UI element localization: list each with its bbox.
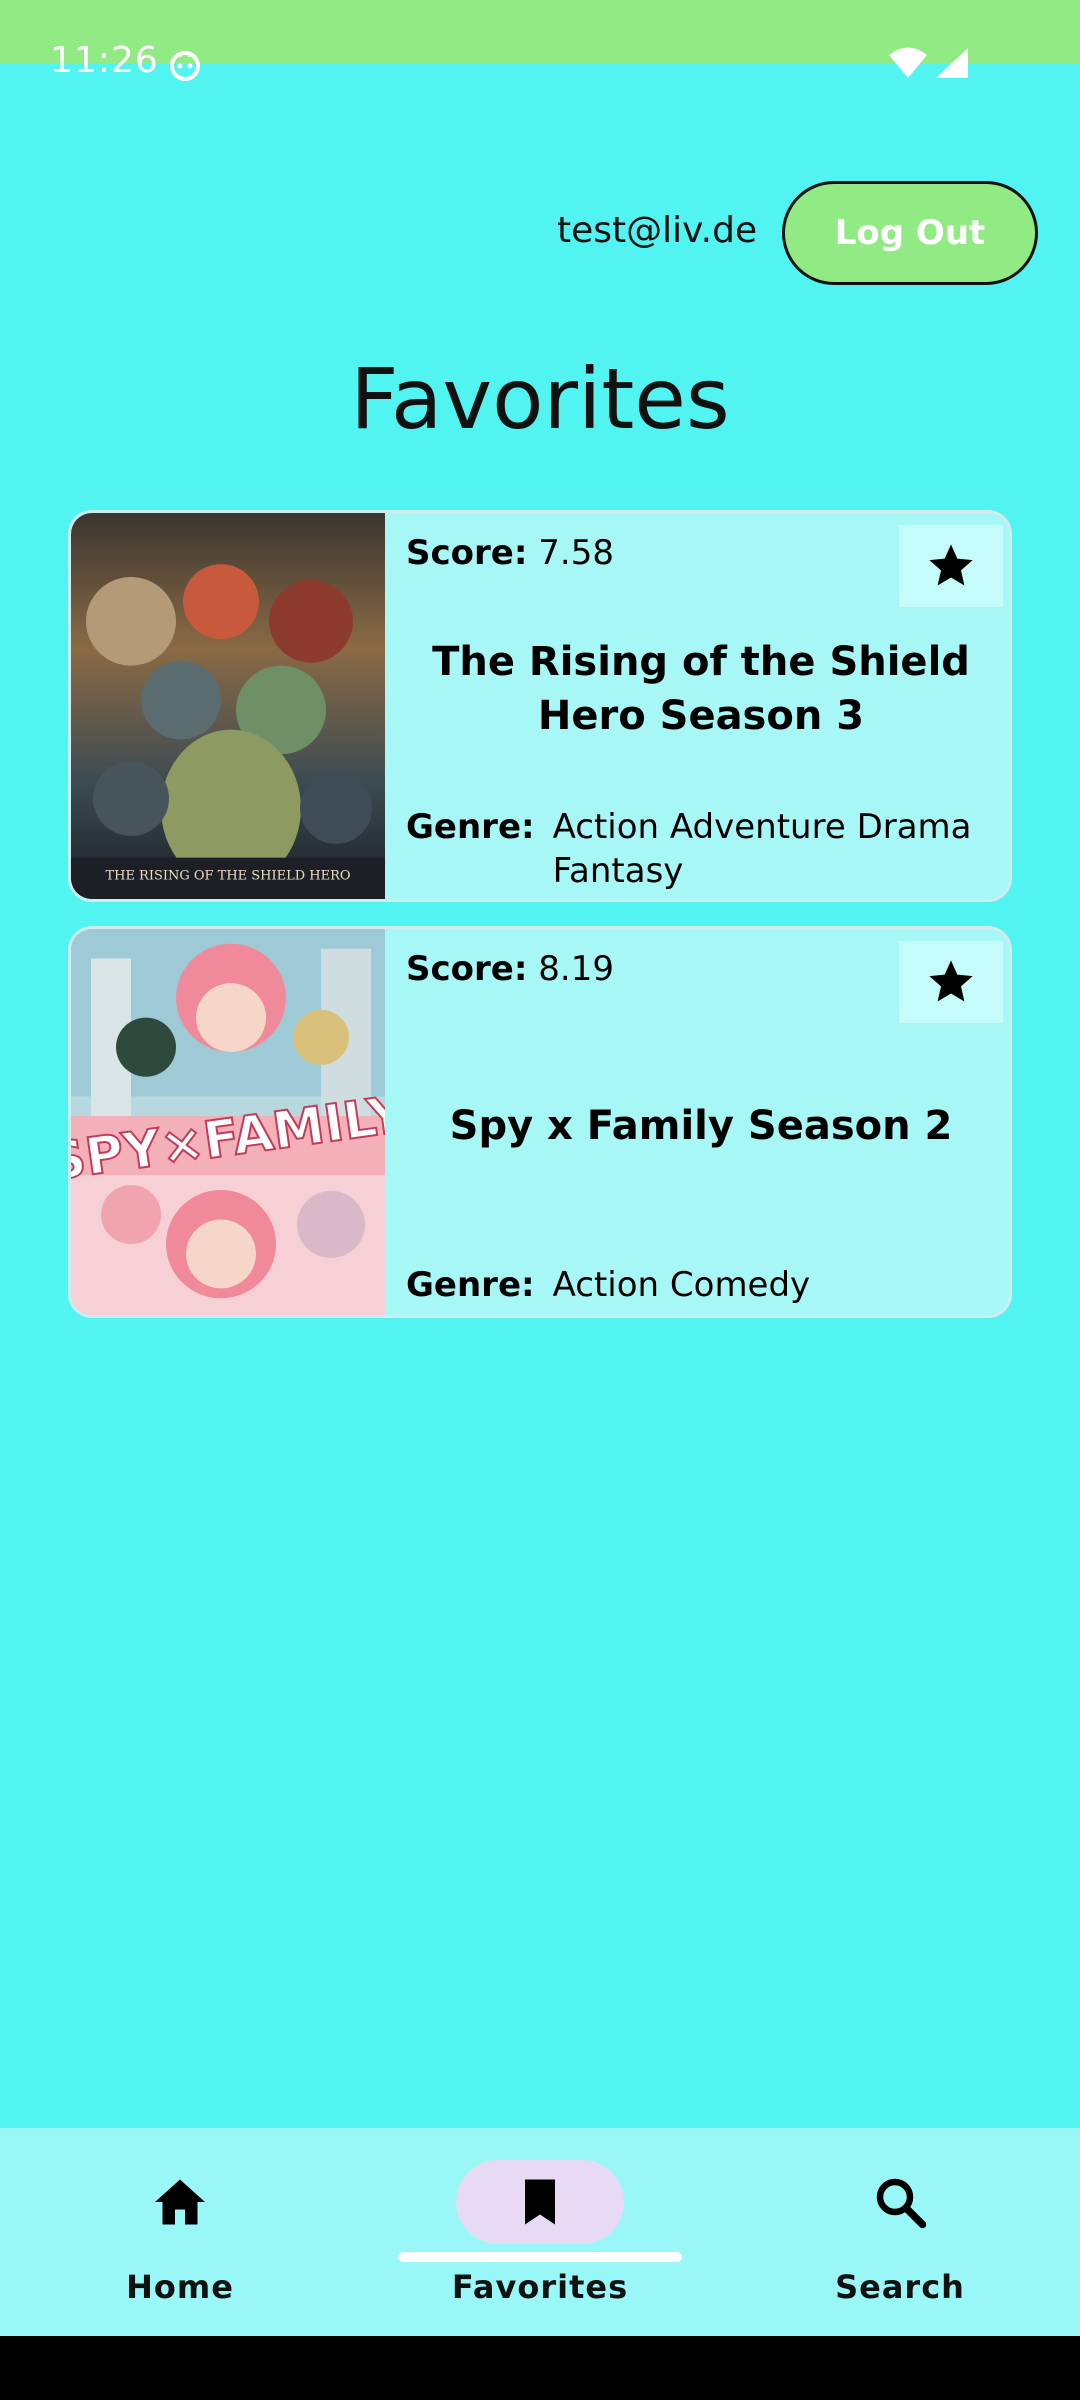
page-title: Favorites <box>350 350 730 448</box>
signal-icon <box>936 48 968 78</box>
genre-value: Action Adventure Drama Fantasy <box>552 807 972 891</box>
nav-item-home[interactable]: Home <box>0 2128 360 2336</box>
bottom-navigation: Home Favorites Search <box>0 2128 1080 2336</box>
anime-title: Spy x Family Season 2 <box>449 1103 953 1149</box>
score-label: Score: <box>406 949 528 989</box>
genre: Genre: Action Adventure Drama Fantasy <box>406 805 986 893</box>
status-time: 11:26 <box>50 40 159 81</box>
genre-value: Action Comedy <box>552 1265 811 1305</box>
poster-image: SPY×FAMILY <box>71 929 385 1315</box>
search-icon <box>876 2178 927 2229</box>
nav-label-favorites: Favorites <box>451 2268 629 2306</box>
nav-label-home: Home <box>126 2268 234 2306</box>
score: Score: 8.19 <box>406 949 614 989</box>
nav-label-search: Search <box>835 2268 965 2306</box>
star-icon <box>929 960 973 1002</box>
favorite-card[interactable]: SPY×FAMILY Score: 8.19 Spy x Family Seas… <box>68 926 1012 1318</box>
nav-item-favorites[interactable]: Favorites <box>360 2128 720 2336</box>
score: Score: 7.58 <box>406 533 614 573</box>
poster-image: THE RISING OF THE SHIELD HERO <box>71 513 385 899</box>
logout-button[interactable]: Log Out <box>782 181 1038 285</box>
score-value: 7.58 <box>538 533 614 573</box>
star-icon <box>929 544 973 586</box>
score-label: Score: <box>406 533 528 573</box>
favorite-toggle-button[interactable] <box>899 941 1003 1023</box>
home-gesture-handle[interactable] <box>398 2252 682 2262</box>
bookmark-icon <box>525 2179 555 2225</box>
genre: Genre: Action Comedy <box>406 1263 986 1307</box>
favorite-card[interactable]: THE RISING OF THE SHIELD HERO Score: 7.5… <box>68 510 1012 902</box>
system-gesture-area <box>0 2336 1080 2400</box>
wifi-icon <box>889 47 927 78</box>
home-icon <box>155 2179 205 2225</box>
app-notification-icon <box>170 51 200 81</box>
genre-label: Genre: <box>406 807 535 847</box>
favorite-toggle-button[interactable] <box>899 525 1003 607</box>
svg-text:THE RISING OF THE SHIELD HERO: THE RISING OF THE SHIELD HERO <box>105 868 350 883</box>
user-email: test@liv.de <box>557 210 758 251</box>
score-value: 8.19 <box>538 949 614 989</box>
genre-label: Genre: <box>406 1265 535 1305</box>
nav-item-search[interactable]: Search <box>720 2128 1080 2336</box>
anime-title: The Rising of the Shield Hero Season 3 <box>432 639 970 739</box>
